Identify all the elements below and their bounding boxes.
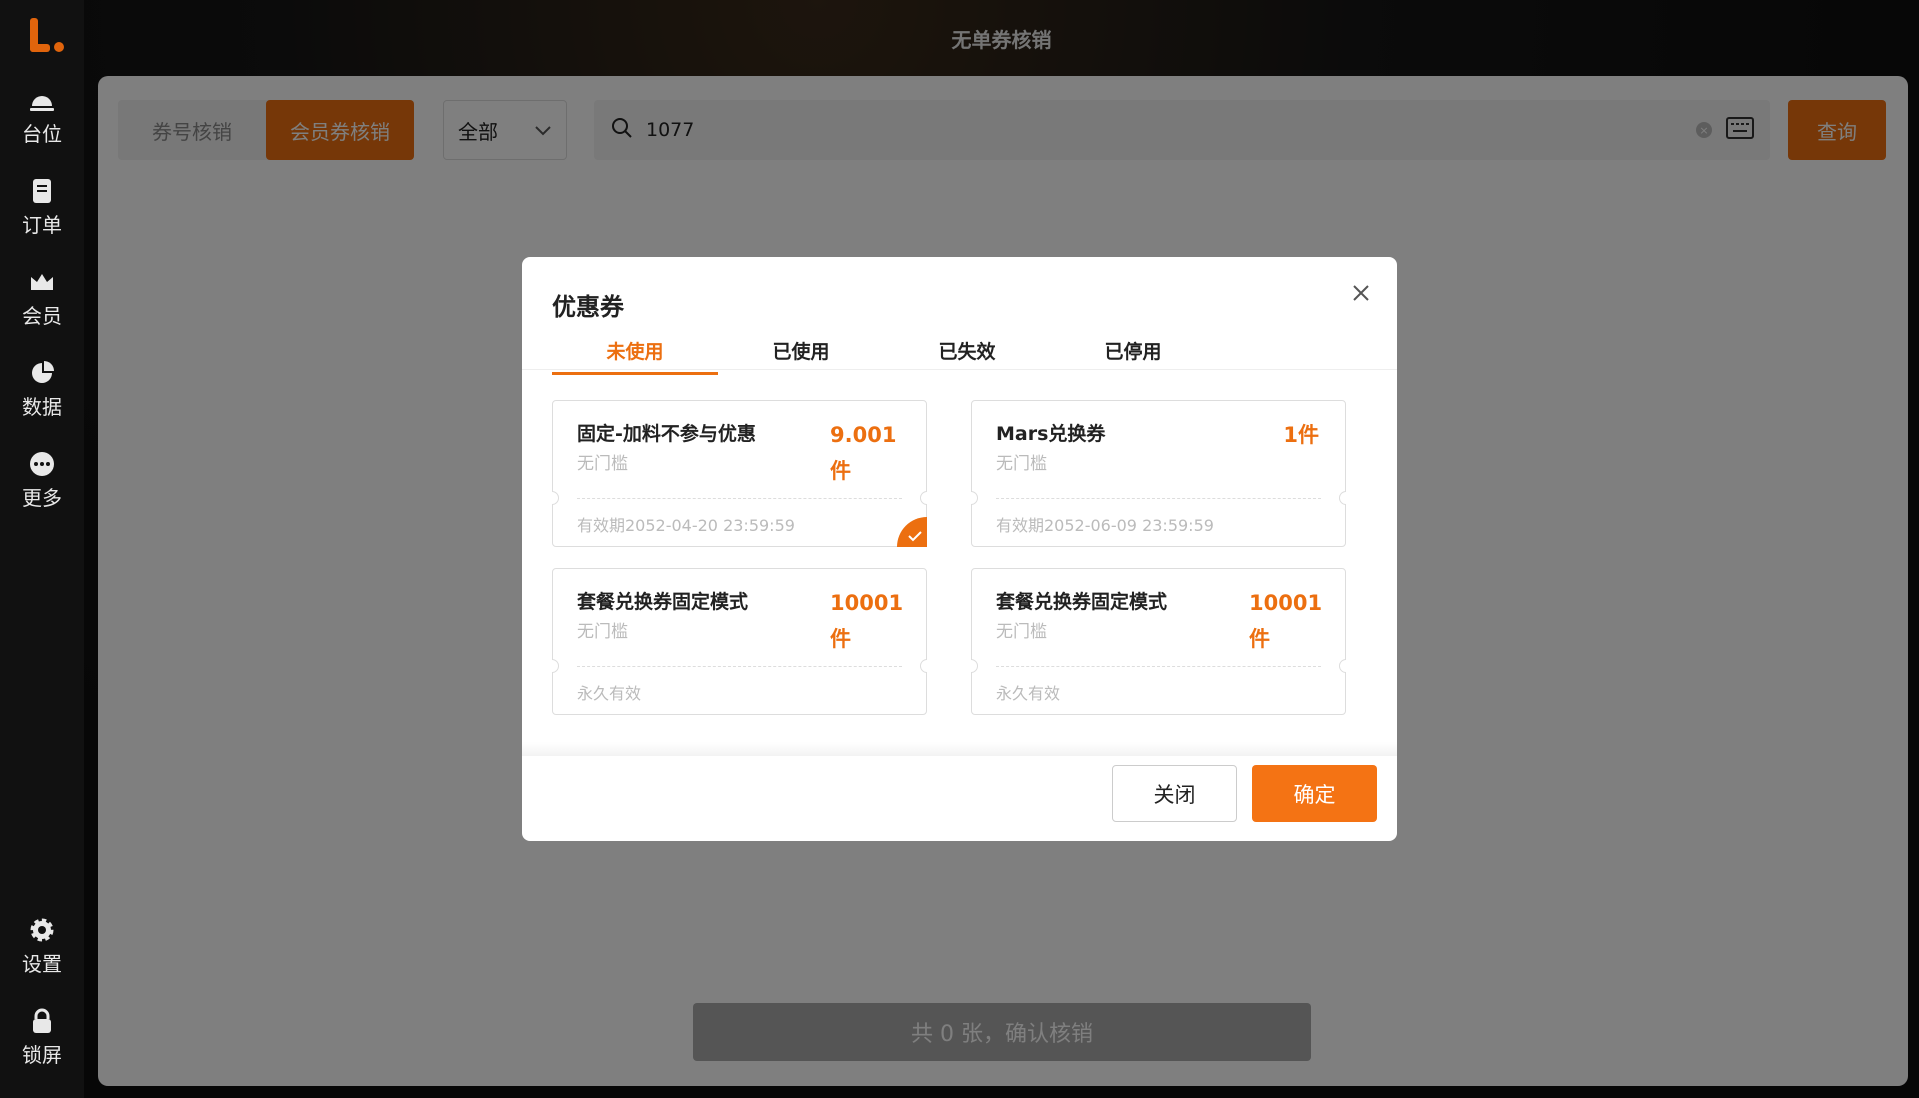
tab-divider (522, 369, 1397, 370)
order-doc-icon (28, 177, 56, 205)
coupon-name: 固定-加料不参与优惠 (577, 423, 756, 445)
coupon-modal: 优惠券 未使用 已使用 已失效 已停用 固定-加料不参与优惠 无门槛 9.001… (522, 257, 1397, 841)
close-button[interactable]: 关闭 (1112, 765, 1237, 822)
pie-chart-icon (28, 359, 56, 387)
app-logo (22, 16, 64, 56)
sidebar-item-data[interactable]: 数据 (22, 359, 62, 420)
footer-divider (522, 742, 1397, 756)
coupon-card[interactable]: 套餐兑换券固定模式 无门槛 10001件 永久有效 (971, 568, 1346, 715)
gear-icon (28, 916, 56, 944)
coupon-qty: 10001件 (1249, 591, 1323, 651)
coupon-threshold: 无门槛 (577, 622, 628, 642)
coupon-valid: 永久有效 (996, 684, 1061, 703)
selected-check-icon (897, 517, 927, 547)
coupon-valid: 有效期2052-06-09 23:59:59 (996, 516, 1214, 535)
coupon-name: Mars兑换券 (996, 423, 1106, 445)
more-dots-icon (28, 450, 56, 478)
ok-button[interactable]: 确定 (1252, 765, 1377, 822)
modal-title: 优惠券 (552, 293, 624, 321)
coupon-card[interactable]: 固定-加料不参与优惠 无门槛 9.001件 有效期2052-04-20 23:5… (552, 400, 927, 547)
coupon-qty: 1件 (1283, 423, 1319, 447)
member-crown-icon (28, 268, 56, 296)
coupon-valid: 永久有效 (577, 684, 642, 703)
coupon-card[interactable]: Mars兑换券 无门槛 1件 有效期2052-06-09 23:59:59 (971, 400, 1346, 547)
coupon-threshold: 无门槛 (996, 454, 1047, 474)
lock-icon (28, 1007, 56, 1035)
sidebar-item-member[interactable]: 会员 (22, 268, 62, 329)
coupon-qty: 10001件 (830, 591, 904, 651)
sidebar-item-more[interactable]: 更多 (22, 450, 62, 511)
sidebar-item-lock[interactable]: 锁屏 (22, 1007, 62, 1068)
coupon-name: 套餐兑换券固定模式 (996, 591, 1168, 613)
coupon-threshold: 无门槛 (577, 454, 628, 474)
sidebar-item-settings[interactable]: 设置 (22, 916, 62, 977)
coupon-card[interactable]: 套餐兑换券固定模式 无门槛 10001件 永久有效 (552, 568, 927, 715)
close-icon[interactable] (1347, 279, 1375, 307)
sidebar-item-table[interactable]: 台位 (22, 86, 62, 147)
coupon-qty: 9.001件 (830, 423, 897, 483)
table-bell-icon (28, 86, 56, 114)
coupon-name: 套餐兑换券固定模式 (577, 591, 749, 613)
coupon-valid: 有效期2052-04-20 23:59:59 (577, 516, 795, 535)
coupon-threshold: 无门槛 (996, 622, 1047, 642)
sidebar: 台位 订单 会员 数据 更多 设置 锁屏 (0, 0, 84, 1098)
sidebar-item-order[interactable]: 订单 (22, 177, 62, 238)
